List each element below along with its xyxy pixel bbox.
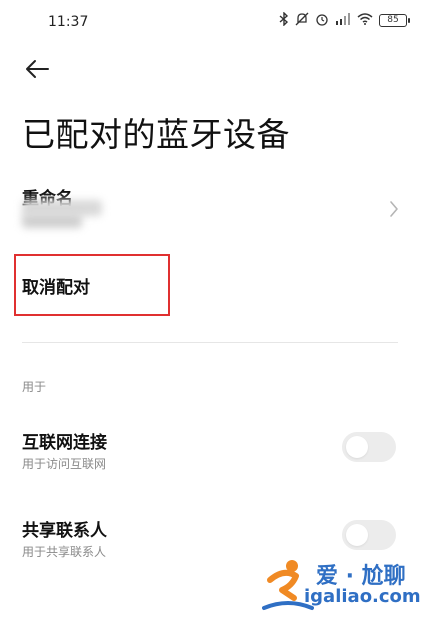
bluetooth-icon: [279, 11, 289, 29]
setting-title: 互联网连接: [22, 433, 107, 453]
section-label: 用于: [22, 380, 47, 394]
watermark-url: igaliao.com: [304, 586, 421, 607]
back-arrow-icon: [26, 60, 49, 78]
setting-title: 共享联系人: [22, 521, 107, 541]
internet-connection-toggle[interactable]: [342, 432, 396, 462]
divider: [22, 342, 398, 343]
watermark: 爱 · 尬聊 igaliao.com: [262, 556, 422, 616]
share-contacts-toggle[interactable]: [342, 520, 396, 550]
setting-subtitle: 用于访问互联网: [22, 457, 107, 471]
battery-icon: 85: [379, 14, 410, 27]
status-bar: 11:37 85: [0, 0, 429, 44]
signal-icon: [335, 13, 351, 28]
status-icons: 85: [279, 11, 410, 29]
toggle-knob: [346, 524, 368, 546]
wifi-icon: [357, 13, 373, 28]
rename-row[interactable]: 重命名: [0, 178, 429, 242]
mute-icon: [295, 12, 309, 29]
setting-subtitle: 用于共享联系人: [22, 545, 107, 559]
back-button[interactable]: [20, 52, 54, 86]
alarm-icon: [315, 12, 329, 29]
toggle-knob: [346, 436, 368, 458]
blurred-device-name-line: [22, 214, 82, 228]
status-time: 11:37: [48, 14, 89, 30]
highlight-annotation: [14, 254, 170, 316]
chevron-right-icon: [390, 201, 398, 217]
page-title: 已配对的蓝牙设备: [22, 115, 290, 154]
setting-internet-connection[interactable]: 互联网连接 用于访问互联网: [0, 428, 429, 484]
